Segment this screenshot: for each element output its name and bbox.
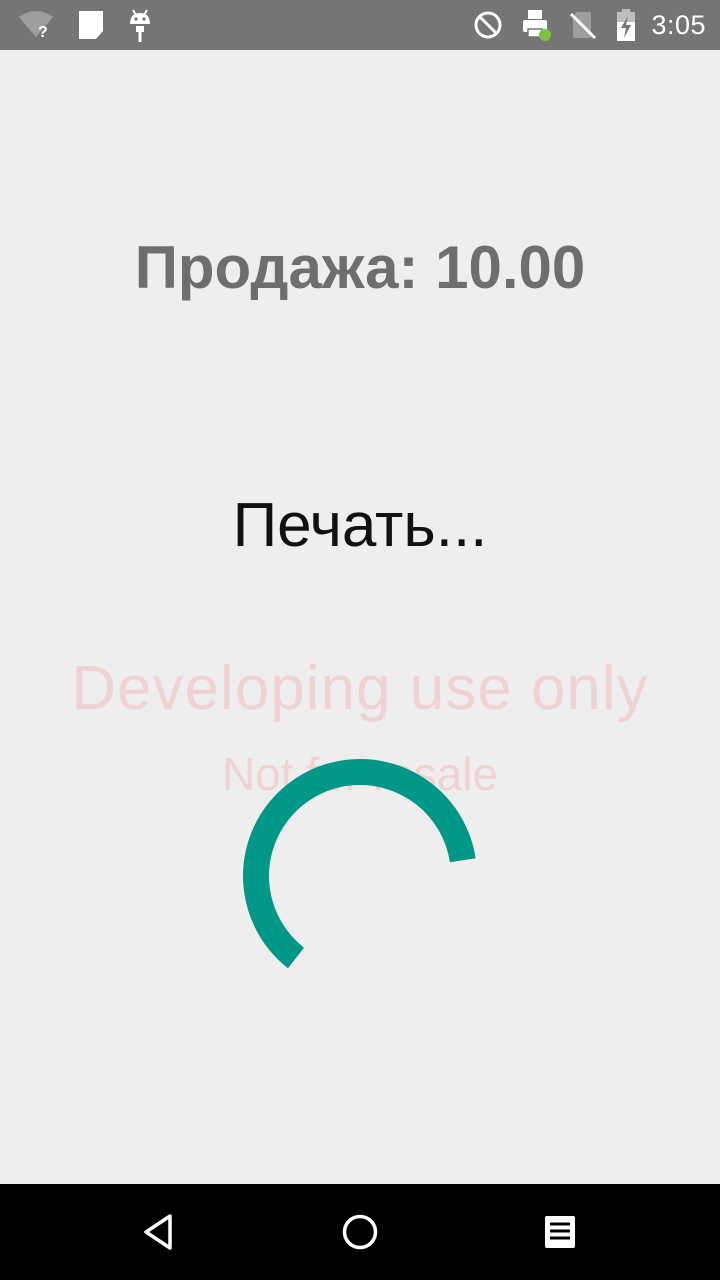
loading-spinner-arc <box>243 759 477 993</box>
printer-status-badge <box>539 29 552 41</box>
status-left-icons: ? <box>18 8 174 42</box>
do-not-disturb-icon <box>474 11 502 39</box>
back-icon <box>144 1214 172 1250</box>
battery-charging-icon <box>617 9 636 41</box>
printer-icon <box>523 10 552 41</box>
printing-status-text: Печать... <box>232 491 488 560</box>
nav-back-button[interactable] <box>130 1202 190 1262</box>
wifi-unknown-icon: ? <box>19 11 53 39</box>
home-icon <box>342 1214 378 1250</box>
status-bar: ? 3:05 <box>0 0 720 50</box>
navigation-bar <box>0 1184 720 1280</box>
main-content: Продажа: 10.00 Печать... Developing use … <box>0 50 720 1184</box>
sale-amount-title: Продажа: 10.00 <box>134 234 586 301</box>
svg-text:?: ? <box>38 24 48 39</box>
notification-card-icon <box>79 11 103 39</box>
loading-spinner <box>243 759 477 993</box>
watermark-developing-use-only: Developing use only <box>71 654 649 723</box>
no-sim-icon <box>570 12 597 40</box>
status-right-icons: 3:05 <box>455 8 706 42</box>
android-debug-icon <box>130 9 150 42</box>
nav-recents-button[interactable] <box>530 1202 590 1262</box>
recents-icon <box>545 1216 575 1248</box>
screen: ? 3:05 Продажа: 10.00 Печать... Developi… <box>0 0 720 1280</box>
status-clock: 3:05 <box>651 9 706 40</box>
nav-home-button[interactable] <box>330 1202 390 1262</box>
